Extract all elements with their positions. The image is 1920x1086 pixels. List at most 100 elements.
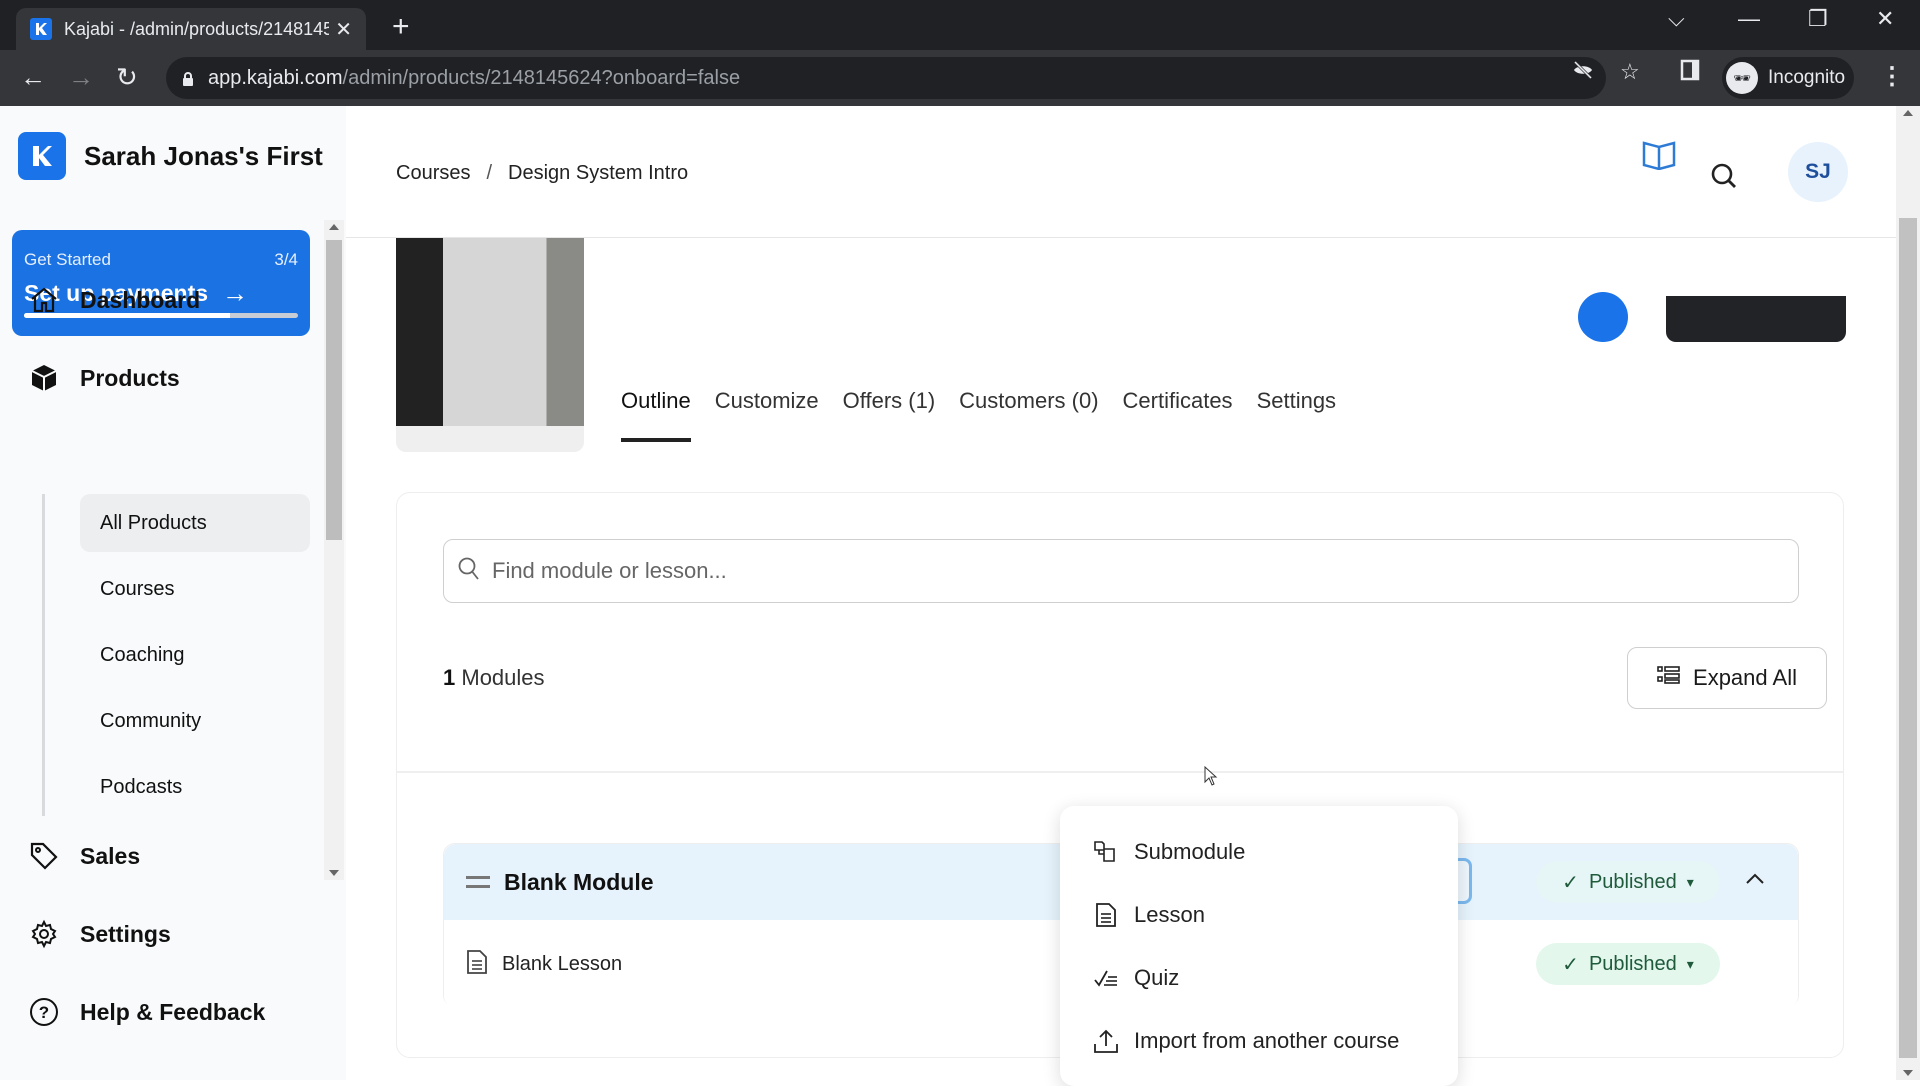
menu-item-submodule[interactable]: Submodule <box>1060 820 1458 883</box>
chevron-down-icon: ▾ <box>1686 873 1694 890</box>
help-icon: ? <box>28 996 60 1028</box>
get-started-progress-text: 3/4 <box>274 250 298 269</box>
reload-button[interactable]: ↻ <box>116 62 138 93</box>
preview-button[interactable] <box>1666 296 1846 342</box>
menu-item-quiz[interactable]: Quiz <box>1060 946 1458 1009</box>
submodule-icon <box>1092 840 1120 864</box>
sidebar-scrollbar[interactable] <box>324 220 344 880</box>
page-scroll-thumb[interactable] <box>1899 218 1917 1058</box>
gear-icon <box>28 918 60 950</box>
avatar[interactable]: SJ <box>1788 142 1848 202</box>
sidebar-item-label: Dashboard <box>80 286 201 313</box>
tab-certificates[interactable]: Certificates <box>1123 388 1233 442</box>
sidebar-item-label: Products <box>80 364 180 391</box>
book-icon[interactable] <box>1642 140 1676 175</box>
sidebar-subitem-community[interactable]: Community <box>80 692 310 750</box>
menu-item-label: Quiz <box>1134 964 1180 990</box>
tab-settings[interactable]: Settings <box>1257 388 1337 442</box>
expand-all-label: Expand All <box>1693 665 1797 690</box>
menu-item-label: Lesson <box>1134 901 1205 927</box>
module-status-dropdown[interactable]: ✓ Published ▾ <box>1536 861 1720 903</box>
minimize-button[interactable]: — <box>1738 6 1760 32</box>
breadcrumb: Courses / Design System Intro <box>396 162 688 185</box>
tab-offers[interactable]: Offers (1) <box>843 388 936 442</box>
forward-button[interactable]: → <box>68 62 94 93</box>
sidebar-subitem-coaching[interactable]: Coaching <box>80 626 310 684</box>
kajabi-favicon-icon <box>30 18 52 40</box>
site-name: Sarah Jonas's First <box>84 140 323 171</box>
menu-item-label: Import from another course <box>1134 1027 1400 1053</box>
tab-title: Kajabi - /admin/products/2148145624?onbo… <box>64 18 330 39</box>
sidebar-item-products[interactable]: Products <box>28 362 180 394</box>
browser-tab[interactable]: Kajabi - /admin/products/2148145624?onbo… <box>16 8 366 50</box>
incognito-profile-button[interactable]: 🕶 Incognito <box>1722 57 1854 99</box>
url-host: app.kajabi.com <box>208 66 343 89</box>
product-thumbnail <box>396 226 584 452</box>
page-scrollbar[interactable] <box>1896 106 1920 1080</box>
sidebar-item-help[interactable]: ? Help & Feedback <box>28 996 265 1028</box>
search-input[interactable] <box>492 558 1692 584</box>
product-tabs: Outline Customize Offers (1) Customers (… <box>621 388 1336 442</box>
incognito-icon: 🕶 <box>1726 62 1758 94</box>
bookmark-star-icon[interactable]: ☆ <box>1620 59 1640 85</box>
side-panel-icon[interactable] <box>1680 59 1700 87</box>
scroll-down-icon[interactable] <box>1903 1070 1913 1076</box>
drag-handle-icon[interactable] <box>466 876 490 888</box>
address-bar[interactable]: app.kajabi.com/admin/products/2148145624… <box>166 57 1606 99</box>
home-icon <box>28 284 60 316</box>
breadcrumb-courses[interactable]: Courses <box>396 162 470 185</box>
sidebar-subitem-podcasts[interactable]: Podcasts <box>80 758 310 816</box>
sidebar-subitem-label: Podcasts <box>100 775 183 798</box>
search-icon[interactable] <box>1710 162 1738 195</box>
sidebar-subitem-all-products[interactable]: All Products <box>80 494 310 552</box>
tab-customers[interactable]: Customers (0) <box>959 388 1098 442</box>
url-path: /admin/products/2148145624?onboard=false <box>342 66 741 89</box>
tab-outline[interactable]: Outline <box>621 388 691 442</box>
get-started-label: Get Started <box>24 250 111 269</box>
lesson-status-dropdown[interactable]: ✓ Published ▾ <box>1536 943 1720 985</box>
browser-tab-bar: Kajabi - /admin/products/2148145624?onbo… <box>0 0 1920 50</box>
browser-toolbar: ← → ↻ app.kajabi.com/admin/products/2148… <box>0 50 1920 106</box>
search-field[interactable] <box>443 539 1799 603</box>
sidebar-item-label: Settings <box>80 920 171 947</box>
check-icon: ✓ <box>1562 953 1579 976</box>
upload-icon <box>1092 1028 1120 1054</box>
menu-item-import[interactable]: Import from another course <box>1060 1009 1458 1072</box>
arrow-right-icon: → <box>222 278 249 308</box>
scroll-down-icon[interactable] <box>329 870 339 876</box>
sidebar-subitem-courses[interactable]: Courses <box>80 560 310 618</box>
browser-menu-icon[interactable]: ⋮ <box>1880 62 1904 91</box>
sidebar: Sarah Jonas's First Get Started 3/4 Set … <box>0 106 346 1080</box>
restore-button[interactable]: ❐ <box>1808 6 1828 32</box>
scroll-up-icon[interactable] <box>329 224 339 230</box>
top-header: Courses / Design System Intro SJ <box>346 106 1896 238</box>
menu-item-label: Submodule <box>1134 838 1246 864</box>
sidebar-item-sales[interactable]: Sales <box>28 840 140 872</box>
sidebar-item-settings[interactable]: Settings <box>28 918 171 950</box>
tab-customize[interactable]: Customize <box>715 388 819 442</box>
mouse-cursor-icon <box>1204 765 1218 791</box>
module-title: Blank Module <box>504 868 654 895</box>
expand-all-button[interactable]: Expand All <box>1627 647 1827 709</box>
brand[interactable]: Sarah Jonas's First <box>18 132 323 180</box>
sidebar-item-label: Help & Feedback <box>80 998 266 1025</box>
close-tab-icon[interactable]: ✕ <box>335 17 352 42</box>
check-icon: ✓ <box>1562 871 1579 894</box>
back-button[interactable]: ← <box>20 62 46 93</box>
sidebar-subitem-label: Coaching <box>100 643 185 666</box>
scroll-up-icon[interactable] <box>1903 110 1913 116</box>
collapse-chevron-up-icon[interactable] <box>1744 868 1766 895</box>
tab-search-icon[interactable]: ⌵ <box>1668 6 1685 32</box>
module-status-label: Published <box>1588 870 1677 893</box>
sub-nav-line <box>42 494 45 816</box>
eye-off-icon[interactable] <box>1572 59 1594 87</box>
get-started-card[interactable]: Get Started 3/4 Set up payments → <box>12 230 310 336</box>
new-tab-button[interactable]: + <box>392 10 410 44</box>
module-count-number: 1 <box>443 665 456 690</box>
sidebar-subitem-label: All Products <box>100 511 207 534</box>
close-window-button[interactable]: ✕ <box>1876 6 1894 32</box>
svg-text:?: ? <box>39 1003 49 1022</box>
sidebar-item-dashboard[interactable]: Dashboard <box>28 284 200 316</box>
sidebar-scroll-thumb[interactable] <box>326 240 342 540</box>
menu-item-lesson[interactable]: Lesson <box>1060 883 1458 946</box>
